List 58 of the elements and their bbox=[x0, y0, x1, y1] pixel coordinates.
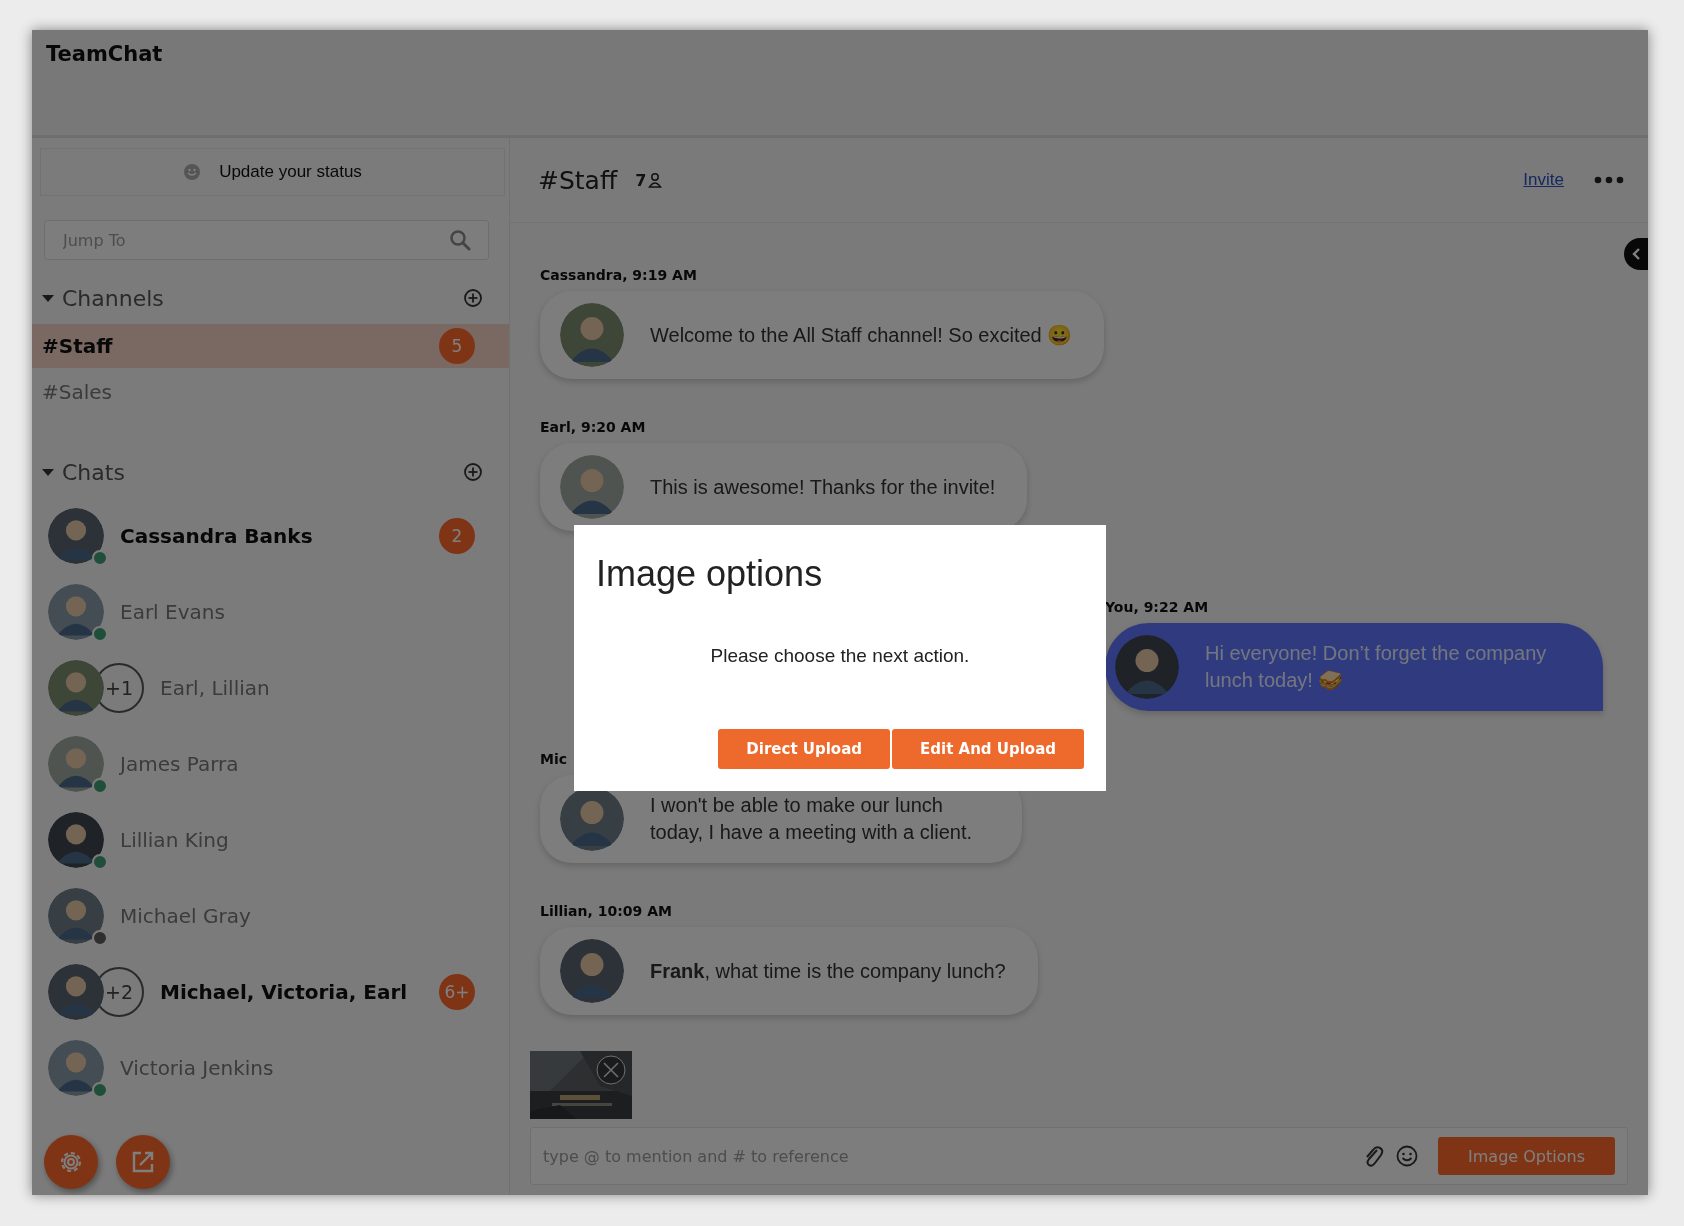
emoji-icon[interactable] bbox=[1396, 1145, 1419, 1167]
add-icon[interactable] bbox=[463, 288, 483, 308]
person-icon bbox=[648, 172, 663, 188]
channel-item[interactable]: #Sales bbox=[32, 370, 509, 414]
chat-item[interactable]: +2 Michael, Victoria, Earl 6+ bbox=[32, 954, 509, 1030]
message-author: Mic bbox=[540, 751, 568, 767]
dialog-title: Image options bbox=[596, 553, 824, 595]
section-title: Chats bbox=[62, 459, 126, 485]
dialog-message: Please choose the next action. bbox=[709, 645, 971, 667]
avatar bbox=[48, 660, 104, 716]
invite-link[interactable]: Invite bbox=[1523, 170, 1564, 190]
message-text: Hi everyone! Don’t forget the company lunch today! 🥪 bbox=[1205, 641, 1548, 693]
more-icon[interactable] bbox=[1594, 176, 1624, 184]
image-options-button[interactable]: Image Options bbox=[1438, 1137, 1615, 1175]
message-author: Cassandra, 9:19 AM bbox=[540, 267, 697, 283]
chat-item[interactable]: Victoria Jenkins bbox=[32, 1030, 509, 1106]
caret-icon[interactable] bbox=[42, 292, 54, 304]
message-author: Lillian, 10:09 AM bbox=[540, 903, 672, 919]
caret-icon[interactable] bbox=[42, 466, 54, 478]
avatar bbox=[48, 508, 104, 564]
message-text: Welcome to the All Staff channel! So excited 😀 bbox=[650, 322, 1073, 348]
avatar bbox=[1115, 635, 1179, 699]
direct-upload-button[interactable]: Direct Upload bbox=[718, 729, 890, 769]
channel-title: #Staff bbox=[538, 165, 618, 195]
smiley-icon bbox=[183, 163, 202, 181]
avatar bbox=[560, 303, 624, 367]
search-icon[interactable] bbox=[449, 229, 471, 251]
chat-item[interactable]: James Parra bbox=[32, 726, 509, 802]
avatar bbox=[48, 964, 104, 1020]
collapse-tab[interactable] bbox=[1624, 238, 1648, 270]
section-title: Channels bbox=[62, 285, 165, 311]
message-text: Frank, what time is the company lunch? bbox=[650, 958, 1006, 984]
unread-count: 5 bbox=[439, 328, 475, 364]
app-title: TeamChat bbox=[46, 42, 163, 66]
avatar bbox=[48, 812, 104, 868]
edit-and-upload-button[interactable]: Edit And Upload bbox=[892, 729, 1084, 769]
avatar bbox=[560, 455, 624, 519]
unread-count: 2 bbox=[439, 518, 475, 554]
message-text: I won't be able to make our lunch today, I have a meeting with a client. bbox=[650, 793, 974, 845]
member-count: 7 bbox=[635, 170, 663, 190]
chevron-icon bbox=[1631, 247, 1641, 261]
chat-item[interactable]: +1 Earl, Lillian bbox=[32, 650, 509, 726]
avatar bbox=[48, 1040, 104, 1096]
channel-item[interactable]: #Staff 5 bbox=[32, 324, 509, 368]
update-status-button[interactable]: Update your status bbox=[40, 148, 505, 196]
add-icon[interactable] bbox=[463, 462, 483, 482]
chat-item[interactable]: Earl Evans bbox=[32, 574, 509, 650]
avatar bbox=[48, 584, 104, 640]
avatar bbox=[48, 736, 104, 792]
chat-item[interactable]: Lillian King bbox=[32, 802, 509, 878]
message-author: Earl, 9:20 AM bbox=[540, 419, 646, 435]
chat-item[interactable]: Cassandra Banks 2 bbox=[32, 498, 509, 574]
avatar bbox=[560, 939, 624, 1003]
message-author: You, 9:22 AM bbox=[1105, 599, 1209, 615]
avatar bbox=[48, 888, 104, 944]
message-text: This is awesome! Thanks for the invite! bbox=[650, 474, 996, 500]
unread-count: 6+ bbox=[439, 974, 475, 1010]
chat-item[interactable]: Michael Gray bbox=[32, 878, 509, 954]
